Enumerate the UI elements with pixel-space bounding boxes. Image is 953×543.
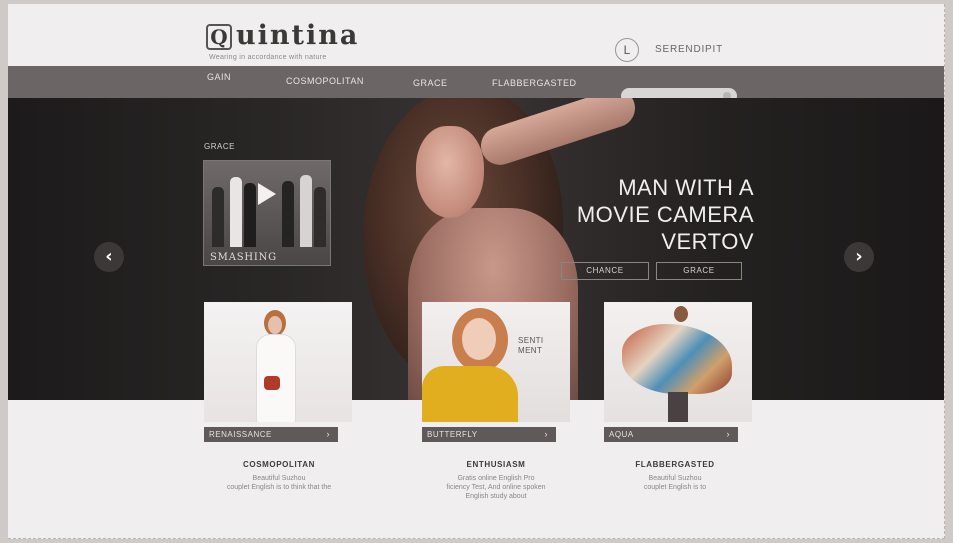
product-card-butterfly[interactable]: SENTI MENT BUTTERFLY › bbox=[422, 302, 570, 446]
card-description: Beautiful Suzhou couplet English is to t… bbox=[194, 474, 364, 492]
model-face bbox=[462, 318, 496, 360]
hero-button-grace[interactable]: GRACE bbox=[656, 262, 742, 280]
chevron-right-icon[interactable]: › bbox=[545, 427, 549, 442]
desc-line: couplet English is to bbox=[643, 484, 707, 491]
nav-item-gain[interactable]: GAIN bbox=[207, 72, 231, 82]
product-card-renaissance[interactable]: RENAISSANCE › bbox=[204, 302, 352, 446]
model-face bbox=[268, 316, 282, 334]
desc-line: Beautiful Suzhou bbox=[648, 475, 702, 482]
desc-line: ficiency Test, And online spoken bbox=[446, 484, 546, 491]
video-thumbnail[interactable]: SMASHING bbox=[203, 160, 331, 266]
model-sweater bbox=[422, 366, 518, 422]
desc-line: English study about bbox=[465, 493, 527, 500]
product-image bbox=[204, 302, 352, 422]
video-figure bbox=[244, 183, 256, 247]
tagline: Wearing in accordance with nature bbox=[209, 54, 327, 61]
chevron-right-icon[interactable]: › bbox=[327, 427, 331, 442]
chevron-right-icon[interactable]: › bbox=[727, 427, 731, 442]
model-scarf bbox=[622, 324, 732, 394]
desc-line: Gratis online English Pro bbox=[457, 475, 535, 482]
product-image bbox=[604, 302, 752, 422]
card-title-enthusiasm[interactable]: ENTHUSIASM bbox=[411, 460, 581, 469]
hero-model-face bbox=[416, 126, 484, 218]
header-link-serendipit[interactable]: SERENDIPIT bbox=[655, 44, 723, 55]
card-title-flabbergasted[interactable]: FLABBERGASTED bbox=[590, 460, 760, 469]
card-description: Beautiful Suzhou couplet English is to bbox=[590, 474, 760, 492]
overlay-line: MENT bbox=[518, 346, 543, 355]
video-caption: SMASHING bbox=[210, 252, 277, 263]
model-head bbox=[674, 306, 688, 322]
main-nav: GAIN COSMOPOLITAN GRACE FLABBERGASTED bbox=[8, 66, 944, 104]
model-legs bbox=[668, 392, 688, 422]
overlay-line: SENTI bbox=[518, 336, 544, 345]
video-figure bbox=[282, 181, 294, 247]
card-bar[interactable]: AQUA › bbox=[604, 427, 738, 442]
card-description: Gratis online English Pro ficiency Test,… bbox=[411, 474, 581, 501]
hero-title-line: VERTOV bbox=[661, 229, 754, 254]
video-label: GRACE bbox=[204, 142, 235, 151]
webpage-mockup: Q uintina Wearing in accordance with nat… bbox=[8, 4, 945, 539]
desc-line: Beautiful Suzhou bbox=[252, 475, 306, 482]
card-bar[interactable]: RENAISSANCE › bbox=[204, 427, 338, 442]
hero-title-line: MAN WITH A bbox=[618, 175, 754, 200]
video-figure bbox=[300, 175, 312, 247]
hero-title: MAN WITH A MOVIE CAMERA VERTOV bbox=[577, 174, 754, 255]
play-icon[interactable] bbox=[258, 183, 276, 205]
card-overlay-text: SENTI MENT bbox=[518, 336, 544, 356]
card-bar-label: BUTTERFLY bbox=[427, 430, 478, 439]
nav-item-grace[interactable]: GRACE bbox=[413, 78, 448, 88]
logo-wordmark[interactable]: uintina bbox=[236, 20, 359, 51]
desc-line: couplet English is to think that the bbox=[226, 484, 332, 491]
card-bar-label: AQUA bbox=[609, 430, 634, 439]
video-figure bbox=[212, 187, 224, 247]
hero-button-chance[interactable]: CHANCE bbox=[561, 262, 649, 280]
product-image: SENTI MENT bbox=[422, 302, 570, 422]
carousel-prev-icon[interactable]: ‹ bbox=[94, 242, 124, 272]
card-bar-label: RENAISSANCE bbox=[209, 430, 272, 439]
handbag bbox=[264, 376, 280, 390]
carousel-next-icon[interactable]: › bbox=[844, 242, 874, 272]
nav-item-flabbergasted[interactable]: FLABBERGASTED bbox=[492, 78, 577, 88]
hero-title-line: MOVIE CAMERA bbox=[576, 202, 754, 227]
product-card-aqua[interactable]: AQUA › bbox=[604, 302, 752, 446]
logo-monogram[interactable]: Q bbox=[206, 24, 232, 50]
nav-item-cosmopolitan[interactable]: COSMOPOLITAN bbox=[286, 76, 364, 86]
login-icon[interactable]: L bbox=[615, 38, 639, 62]
video-figure bbox=[314, 187, 326, 247]
card-title-cosmopolitan[interactable]: COSMOPOLITAN bbox=[194, 460, 364, 469]
card-bar[interactable]: BUTTERFLY › bbox=[422, 427, 556, 442]
video-figure bbox=[230, 177, 242, 247]
